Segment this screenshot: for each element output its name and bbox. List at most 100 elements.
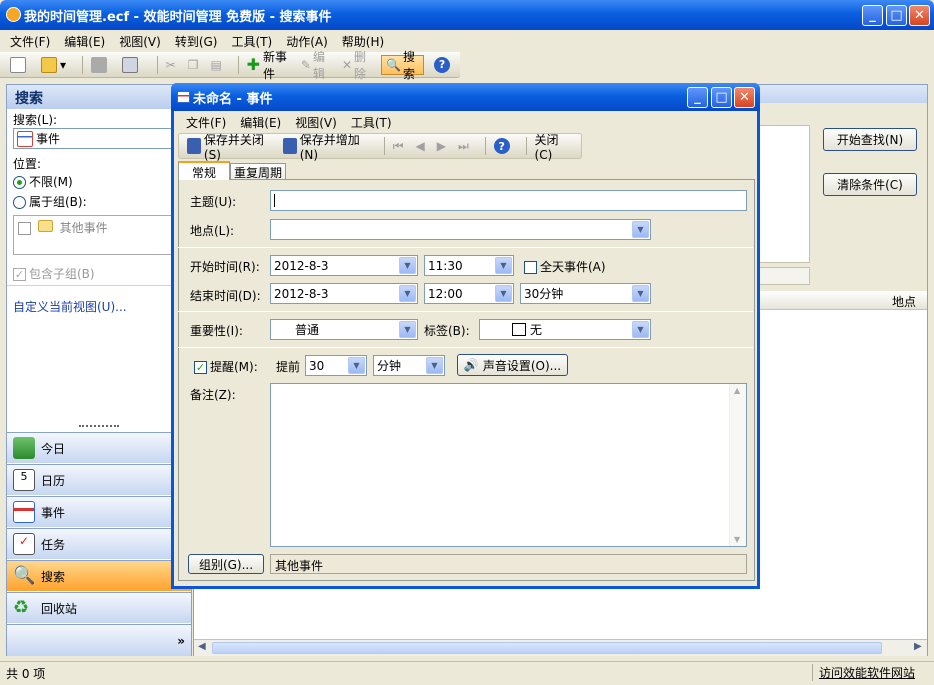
- menu-edit[interactable]: 编辑(E): [64, 33, 105, 50]
- nav-today[interactable]: 今日: [7, 432, 191, 463]
- unit-select[interactable]: 分钟 ▼: [373, 355, 445, 376]
- nav-calendar[interactable]: 5 日历: [7, 464, 191, 495]
- new-file-icon[interactable]: [8, 55, 31, 75]
- scrollbar-thumb[interactable]: [212, 642, 882, 654]
- tab-general[interactable]: 常规: [178, 161, 230, 180]
- option-unlimited[interactable]: 不限(M): [13, 173, 73, 190]
- group-tree[interactable]: 其他事件: [13, 215, 191, 255]
- start-date-select[interactable]: 2012-8-3 ▼: [270, 255, 418, 276]
- edit-button[interactable]: ✎ 编辑: [299, 50, 332, 81]
- sound-settings-button[interactable]: 🔊 声音设置(O)...: [457, 354, 568, 376]
- dialog-minimize-button[interactable]: _: [687, 87, 708, 108]
- subject-input[interactable]: [270, 190, 747, 211]
- criteria-input[interactable]: [754, 267, 810, 285]
- main-toolbar: ▾ ✂ ❐ ▤ ✚ 新事件 ✎ 编辑 ✕ 删除 🔍 搜索 ?: [0, 50, 460, 81]
- print-icon[interactable]: [89, 55, 112, 75]
- new-event-button[interactable]: ✚ 新事件: [245, 50, 291, 81]
- chevron-down-icon[interactable]: ▼: [348, 357, 365, 374]
- start-search-button[interactable]: 开始查找(N): [823, 128, 917, 151]
- first-record-icon[interactable]: ⏮: [391, 136, 406, 156]
- nav-recycle[interactable]: ♻ 回收站: [7, 592, 191, 623]
- menu-goto[interactable]: 转到(G): [175, 33, 218, 50]
- importance-label: 重要性(I):: [190, 324, 243, 338]
- chevron-down-icon[interactable]: ▼: [495, 257, 512, 274]
- end-time-select[interactable]: 12:00 ▼: [424, 283, 514, 304]
- horizontal-scrollbar[interactable]: ◀ ▶: [194, 639, 927, 656]
- option-group[interactable]: 属于组(B):: [13, 193, 87, 210]
- duration-select[interactable]: 30分钟 ▼: [520, 283, 651, 304]
- print-preview-icon[interactable]: [120, 55, 143, 75]
- splitter-handle[interactable]: [79, 425, 119, 428]
- dialog-menu-edit[interactable]: 编辑(E): [240, 114, 281, 131]
- nav-search[interactable]: 🔍 搜索: [7, 560, 191, 591]
- save-add-button[interactable]: 保存并增加(N): [281, 133, 370, 162]
- speaker-icon: 🔊: [463, 358, 479, 372]
- group-button[interactable]: 组别(G)...: [188, 554, 264, 574]
- cut-icon[interactable]: ✂: [164, 55, 178, 75]
- notes-textarea[interactable]: ▲ ▼: [270, 383, 747, 547]
- open-folder-icon[interactable]: ▾: [39, 55, 68, 75]
- allday-checkbox[interactable]: 全天事件(A): [524, 258, 606, 275]
- dialog-close-text-button[interactable]: 关闭(C): [533, 133, 573, 162]
- chevron-down-icon[interactable]: ▼: [632, 221, 649, 238]
- chevron-down-icon[interactable]: ▼: [399, 285, 416, 302]
- scroll-up-icon[interactable]: ▲: [734, 386, 740, 395]
- scroll-left-icon[interactable]: ◀: [198, 641, 206, 652]
- chevron-down-icon[interactable]: ▼: [495, 285, 512, 302]
- notes-scrollbar[interactable]: ▲ ▼: [729, 384, 746, 546]
- tab-recurrence[interactable]: 重复周期: [230, 163, 286, 180]
- end-date-select[interactable]: 2012-8-3 ▼: [270, 283, 418, 304]
- delete-button[interactable]: ✕ 删除: [340, 50, 373, 81]
- save-close-button[interactable]: 保存并关闭(S): [185, 133, 273, 162]
- last-record-icon[interactable]: ⏭: [456, 136, 471, 156]
- location-select[interactable]: ▼: [270, 219, 651, 240]
- start-time-value: 11:30: [428, 258, 463, 273]
- start-time-select[interactable]: 11:30 ▼: [424, 255, 514, 276]
- dialog-menu-view[interactable]: 视图(V): [295, 114, 337, 131]
- importance-select[interactable]: 普通 ▼: [270, 319, 418, 340]
- dialog-menu-tools[interactable]: 工具(T): [351, 114, 392, 131]
- dialog-help-icon[interactable]: ?: [492, 136, 512, 156]
- end-date-value: 2012-8-3: [274, 286, 329, 301]
- scroll-down-icon[interactable]: ▼: [734, 535, 740, 544]
- dialog-close-button[interactable]: ✕: [734, 87, 755, 108]
- copy-icon[interactable]: ❐: [186, 55, 201, 75]
- minimize-button[interactable]: _: [862, 5, 883, 26]
- paste-icon[interactable]: ▤: [208, 55, 223, 75]
- chevron-down-icon[interactable]: ▼: [399, 257, 416, 274]
- maximize-button[interactable]: □: [886, 5, 907, 26]
- search-type-select[interactable]: 事件: [13, 128, 189, 149]
- dialog-maximize-button[interactable]: □: [711, 87, 732, 108]
- toolbar-separator: [156, 55, 158, 74]
- clear-criteria-button[interactable]: 清除条件(C): [823, 173, 917, 196]
- nav-tasks[interactable]: ✓ 任务: [7, 528, 191, 559]
- website-link[interactable]: 访问效能软件网站: [812, 664, 915, 681]
- search-button[interactable]: 🔍 搜索: [381, 50, 425, 81]
- toolbar-separator: [525, 137, 527, 155]
- checkbox-icon: [18, 222, 31, 235]
- menu-view[interactable]: 视图(V): [119, 33, 161, 50]
- scroll-right-icon[interactable]: ▶: [914, 641, 922, 652]
- notes-label: 备注(Z):: [190, 388, 236, 402]
- include-subgroup-checkbox[interactable]: ✓ 包含子组(B): [13, 265, 95, 282]
- menu-file[interactable]: 文件(F): [10, 33, 50, 50]
- tag-select[interactable]: 无 ▼: [479, 319, 651, 340]
- chevron-down-icon[interactable]: ▼: [426, 357, 443, 374]
- column-location[interactable]: 地点: [892, 293, 916, 310]
- chevron-down-icon[interactable]: ▼: [632, 285, 649, 302]
- nav-more-button[interactable]: »: [7, 624, 191, 656]
- task-icon: ✓: [13, 533, 35, 555]
- custom-view-link[interactable]: 自定义当前视图(U)...: [13, 298, 127, 315]
- prev-record-icon[interactable]: ◀: [414, 136, 427, 156]
- close-button[interactable]: ✕: [909, 5, 930, 26]
- chevron-down-icon[interactable]: ▼: [399, 321, 416, 338]
- chevron-down-icon[interactable]: ▼: [632, 321, 649, 338]
- reminder-checkbox[interactable]: ✓ 提醒(M):: [194, 358, 258, 375]
- nav-events[interactable]: 事件: [7, 496, 191, 527]
- dialog-title-bar: 未命名 - 事件 _ □ ✕: [171, 83, 760, 111]
- advance-select[interactable]: 30 ▼: [305, 355, 367, 376]
- next-record-icon[interactable]: ▶: [435, 136, 448, 156]
- toolbar-separator: [383, 137, 385, 155]
- help-icon[interactable]: ?: [432, 55, 452, 75]
- dialog-menu-file[interactable]: 文件(F): [186, 114, 226, 131]
